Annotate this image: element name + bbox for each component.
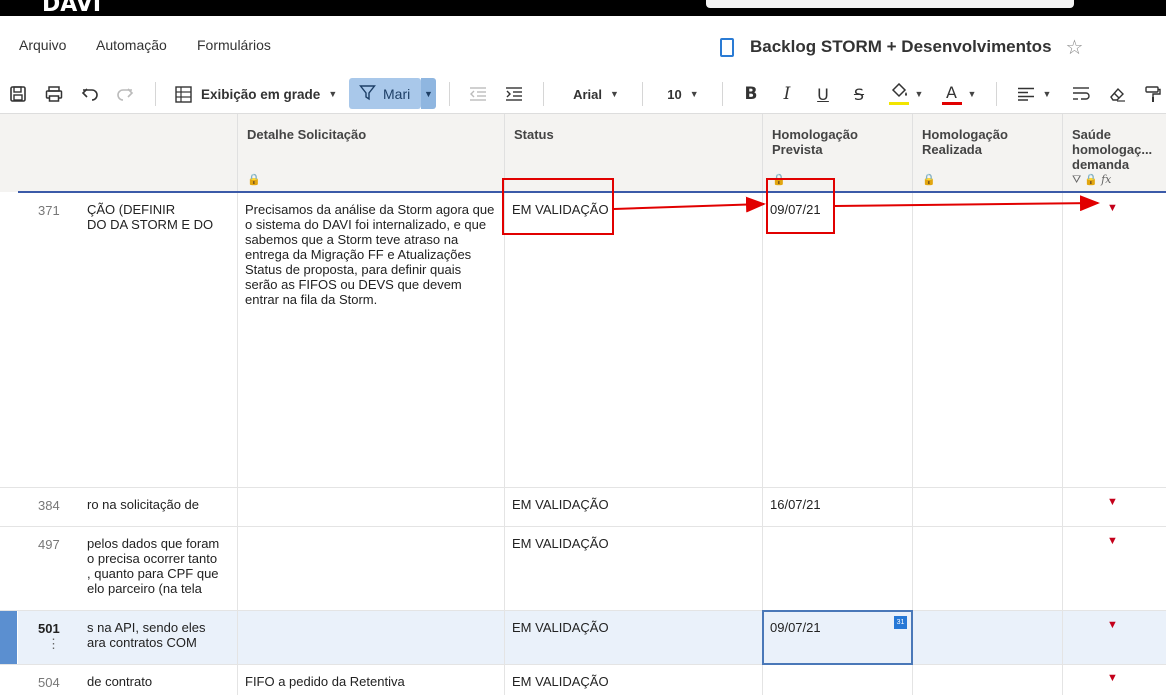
annotation-arrow: [613, 196, 766, 213]
annotation-arrow: [834, 195, 1100, 212]
annotation-arrows: [613, 195, 1100, 213]
